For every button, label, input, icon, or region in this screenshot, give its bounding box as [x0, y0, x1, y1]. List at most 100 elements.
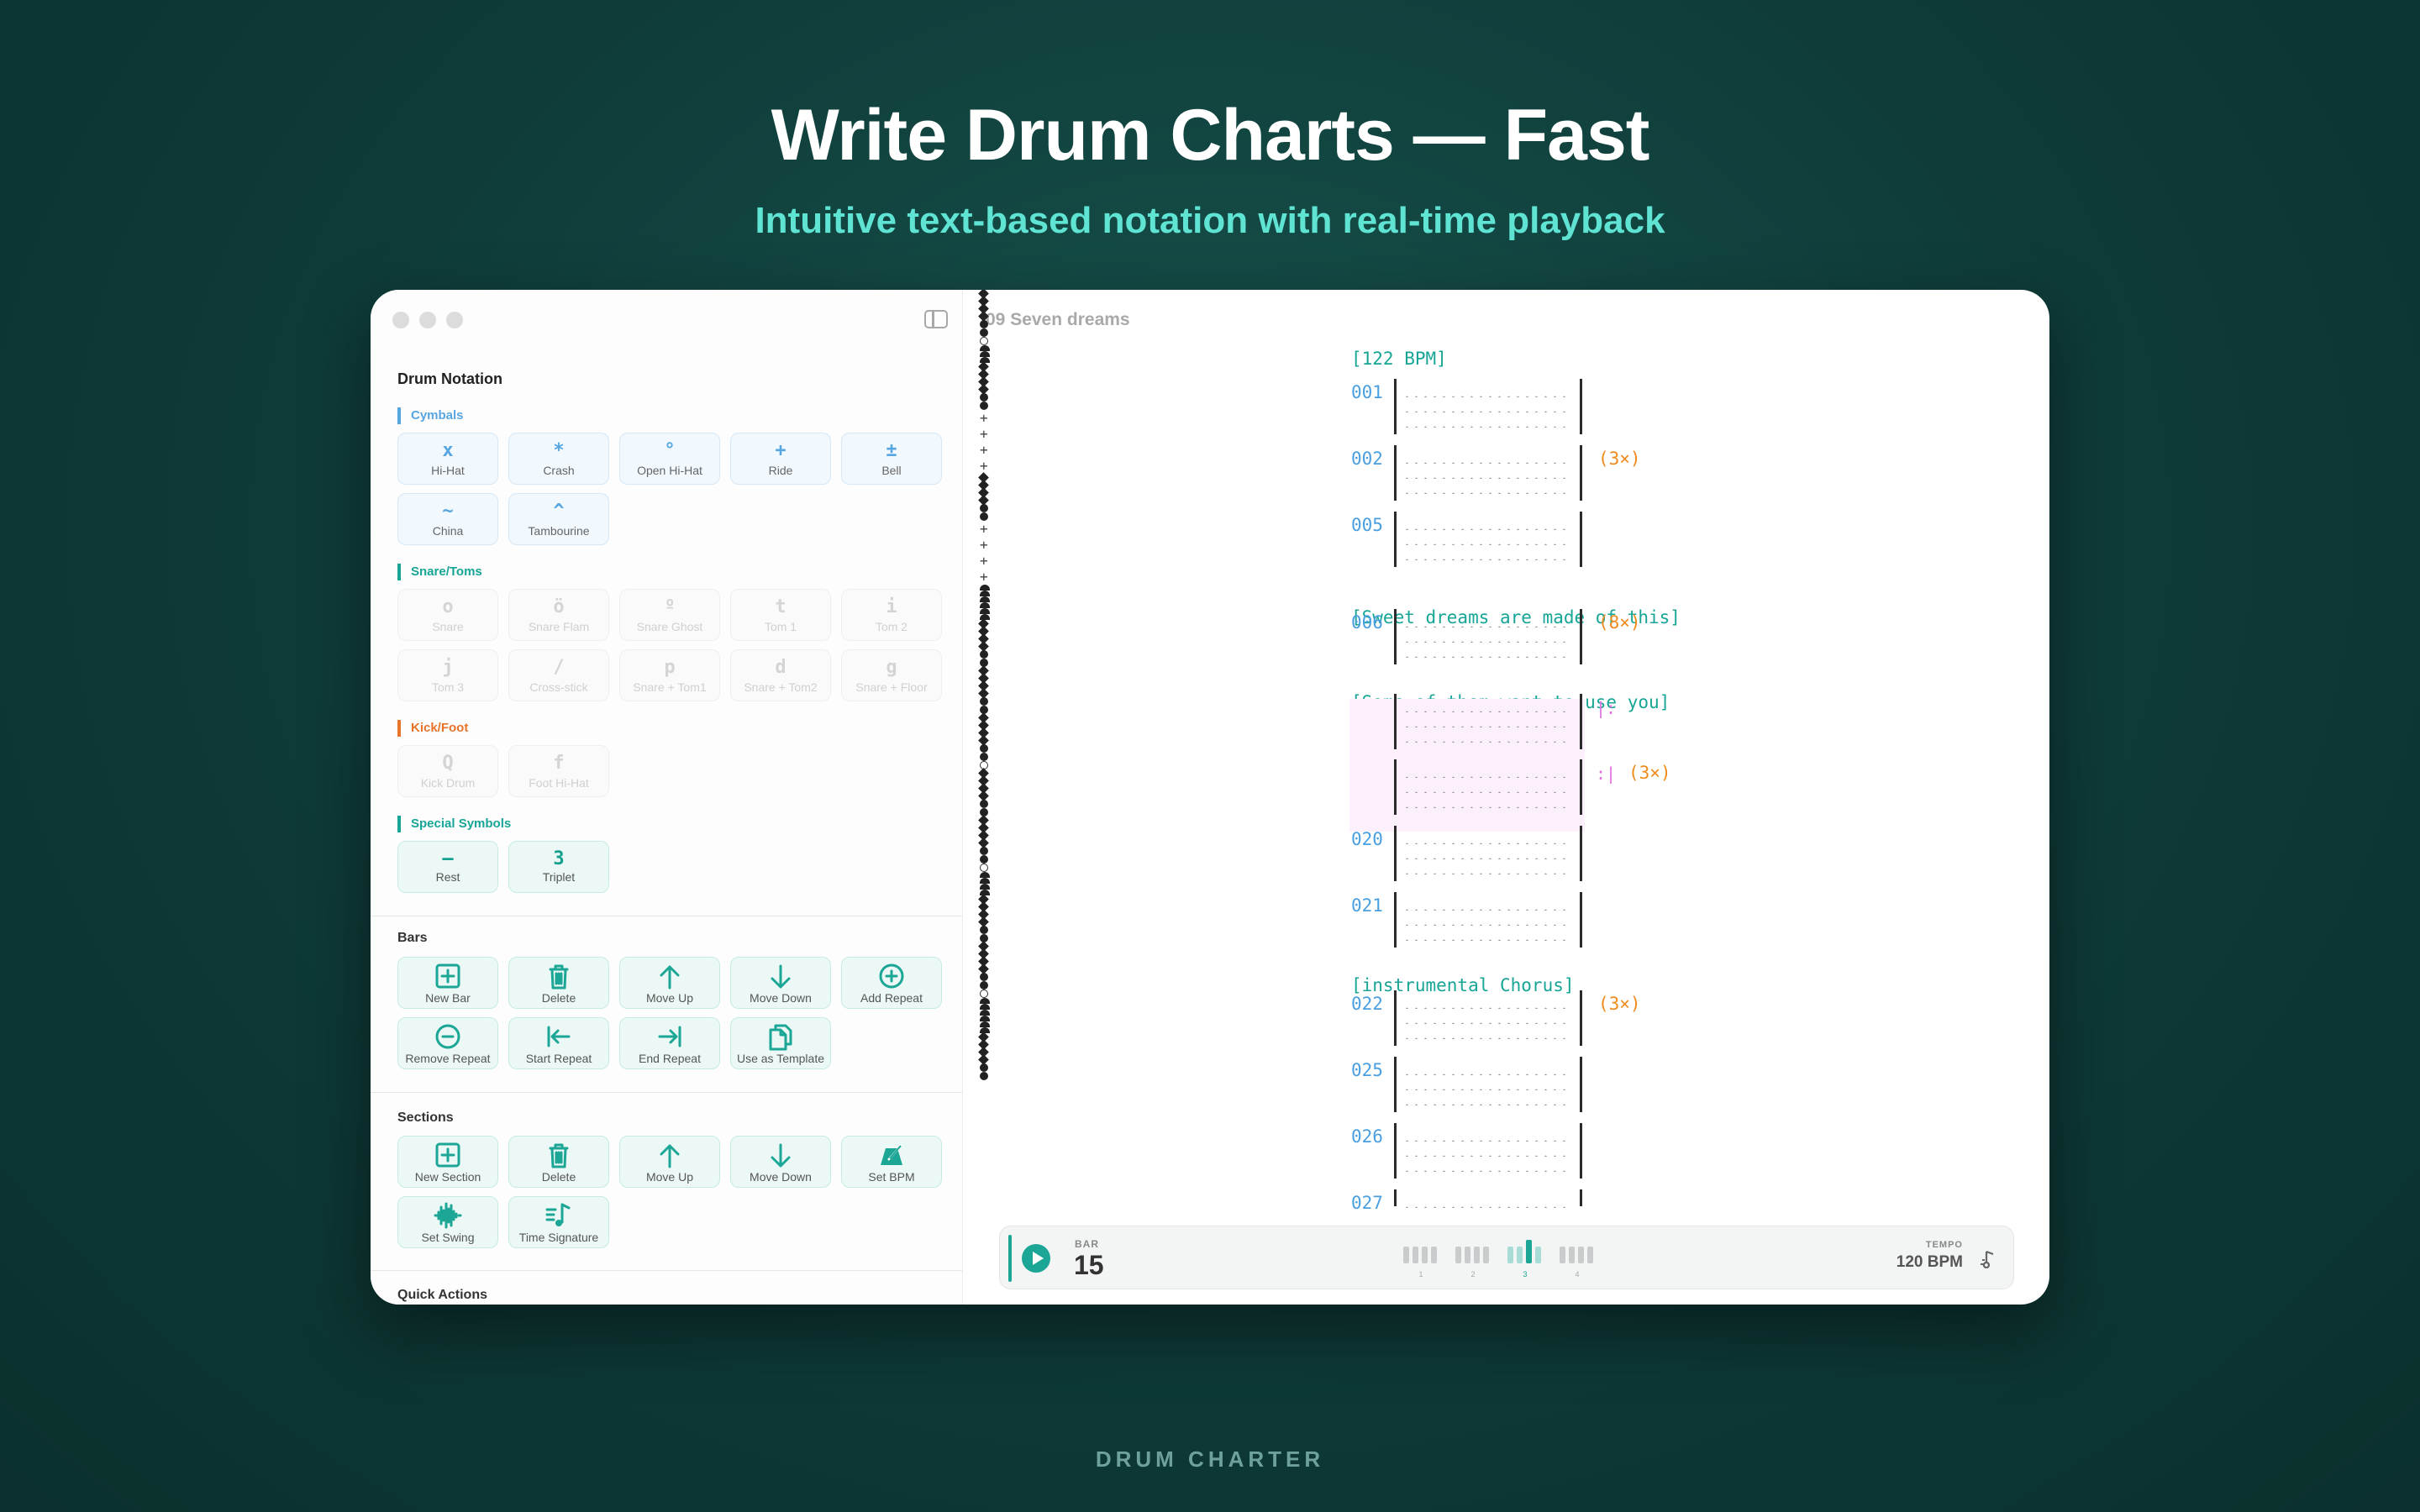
- special-rest-button[interactable]: – Rest: [397, 841, 498, 893]
- section-delete-button[interactable]: Delete: [508, 1136, 609, 1188]
- play-button[interactable]: [1022, 1244, 1050, 1273]
- kick-note: [978, 1054, 989, 1065]
- flam-note: [980, 1010, 990, 1016]
- beat-step: [1587, 1247, 1593, 1263]
- bar-add-repeat-button[interactable]: Add Repeat: [841, 957, 942, 1009]
- symbol-glyph: ~: [442, 501, 454, 522]
- bar-move-down-button[interactable]: Move Down: [730, 957, 831, 1009]
- symbol-glyph: ±: [886, 440, 897, 461]
- hero-title: Write Drum Charts — Fast: [771, 95, 1650, 176]
- button-label: Remove Repeat: [405, 1052, 491, 1065]
- cymbal-bell-button[interactable]: ± Bell: [841, 433, 942, 485]
- snare-tom-1-button[interactable]: t Tom 1: [730, 589, 831, 641]
- bar-new-bar-button[interactable]: New Bar: [397, 957, 498, 1009]
- section-set-swing-button[interactable]: Set Swing: [397, 1196, 498, 1248]
- beat-grid-row: [1402, 1037, 1570, 1039]
- bar-remove-repeat-button[interactable]: Remove Repeat: [397, 1017, 498, 1069]
- beat-step: [1578, 1247, 1584, 1263]
- kick-note: [978, 837, 989, 848]
- trash-icon: [549, 964, 569, 990]
- symbol-glyph: 3: [553, 848, 565, 869]
- cymbal-china-button[interactable]: ~ China: [397, 493, 498, 545]
- beat-label: 2: [1470, 1270, 1475, 1278]
- notation-editor[interactable]: [122 BPM] [Sweet dreams are made of this…: [978, 290, 2047, 1213]
- barline: [1580, 379, 1582, 434]
- arrow-up-icon: [660, 1144, 680, 1168]
- special-triplet-button[interactable]: 3 Triplet: [508, 841, 609, 893]
- beat-grid-row: [1402, 1155, 1570, 1157]
- flam-note: [980, 608, 990, 614]
- section-time-signature-button[interactable]: Time Signature: [508, 1196, 609, 1248]
- snare-note: [980, 800, 988, 808]
- cymbal-open-hi-hat-button[interactable]: ° Open Hi-Hat: [619, 433, 720, 485]
- bar-use-as-template-button[interactable]: Use as Template: [730, 1017, 831, 1069]
- button-label: Use as Template: [736, 1052, 824, 1065]
- section-move-down-button[interactable]: Move Down: [730, 1136, 831, 1188]
- plus-square-icon: [435, 963, 460, 989]
- sidebar-toggle-icon[interactable]: [924, 310, 948, 328]
- section-set-bpm-button[interactable]: Set BPM: [841, 1136, 942, 1188]
- bar-move-up-button[interactable]: Move Up: [619, 957, 720, 1009]
- beat-step: [1483, 1247, 1489, 1263]
- snare-snare-ghost-button[interactable]: º Snare Ghost: [619, 589, 720, 641]
- metronome-settings-icon[interactable]: [1978, 1248, 1998, 1268]
- beat-step: [1569, 1247, 1575, 1263]
- cymbal-crash-button[interactable]: * Crash: [508, 433, 609, 485]
- close-window-button[interactable]: [392, 312, 409, 328]
- bar-end-repeat-button[interactable]: End Repeat: [619, 1017, 720, 1069]
- flam-note: [980, 872, 990, 878]
- beat-grid-row: [1402, 492, 1570, 494]
- beat-grid-row: [1402, 462, 1570, 464]
- arrow-down-icon: [771, 964, 791, 989]
- snare-snare-floor-button[interactable]: g Snare + Floor: [841, 649, 942, 701]
- repeat-count: (3×): [1628, 763, 1671, 783]
- cymbal-tambourine-button[interactable]: ^ Tambourine: [508, 493, 609, 545]
- beat-step: [1403, 1247, 1409, 1263]
- bar-number: 001: [1351, 382, 1383, 402]
- current-bar-value: 15: [1074, 1250, 1104, 1280]
- minimize-window-button[interactable]: [419, 312, 436, 328]
- waveform-icon: [434, 1202, 462, 1229]
- beat-grid-row: [1402, 873, 1570, 874]
- barline: [1394, 1057, 1397, 1112]
- symbol-glyph: ö: [553, 596, 565, 617]
- snare-snare-tom2-button[interactable]: d Snare + Tom2: [730, 649, 831, 701]
- snare-snare-button[interactable]: o Snare: [397, 589, 498, 641]
- beat-grid-row: [1402, 806, 1570, 808]
- ride-note: +: [980, 553, 988, 569]
- barline: [1394, 379, 1397, 434]
- button-label: Rest: [435, 870, 460, 884]
- symbol-glyph: Q: [442, 753, 454, 774]
- window-controls: [392, 312, 463, 328]
- cymbal-hi-hat-button[interactable]: x Hi-Hat: [397, 433, 498, 485]
- barline: [1580, 609, 1582, 664]
- snare-tom-3-button[interactable]: j Tom 3: [397, 649, 498, 701]
- cymbal-ride-button[interactable]: + Ride: [730, 433, 831, 485]
- snare-cross-stick-button[interactable]: / Cross-stick: [508, 649, 609, 701]
- beat-step: [1422, 1247, 1428, 1263]
- beat-grid-row: [1402, 559, 1570, 560]
- kick-kick-drum-button[interactable]: Q Kick Drum: [397, 745, 498, 797]
- button-label: Delete: [541, 991, 576, 1005]
- section-move-up-button[interactable]: Move Up: [619, 1136, 720, 1188]
- section-new-section-button[interactable]: New Section: [397, 1136, 498, 1188]
- snare-snare-flam-button[interactable]: ö Snare Flam: [508, 589, 609, 641]
- zoom-window-button[interactable]: [446, 312, 463, 328]
- bar-start-repeat-button[interactable]: Start Repeat: [508, 1017, 609, 1069]
- bar-delete-button[interactable]: Delete: [508, 957, 609, 1009]
- kick-foot-hi-hat-button[interactable]: f Foot Hi-Hat: [508, 745, 609, 797]
- flam-note: [980, 596, 990, 602]
- symbol-glyph: ^: [553, 501, 565, 522]
- open-hihat-note: [980, 337, 988, 345]
- button-label: Kick Drum: [420, 776, 476, 790]
- beat-step: [1560, 1247, 1565, 1263]
- app-window: Drum Notation Cymbals x Hi-Hat * Crash ° Open…: [371, 290, 2049, 1305]
- symbol-glyph: o: [442, 596, 454, 617]
- snare-snare-tom1-button[interactable]: p Snare + Tom1: [619, 649, 720, 701]
- beat-grid-row: [1402, 909, 1570, 911]
- beat-grid-row: [1402, 776, 1570, 778]
- beat-step: [1474, 1247, 1480, 1263]
- snare-tom-2-button[interactable]: i Tom 2: [841, 589, 942, 641]
- button-label: Snare Flam: [528, 620, 590, 633]
- beat-grid-row: [1402, 1007, 1570, 1009]
